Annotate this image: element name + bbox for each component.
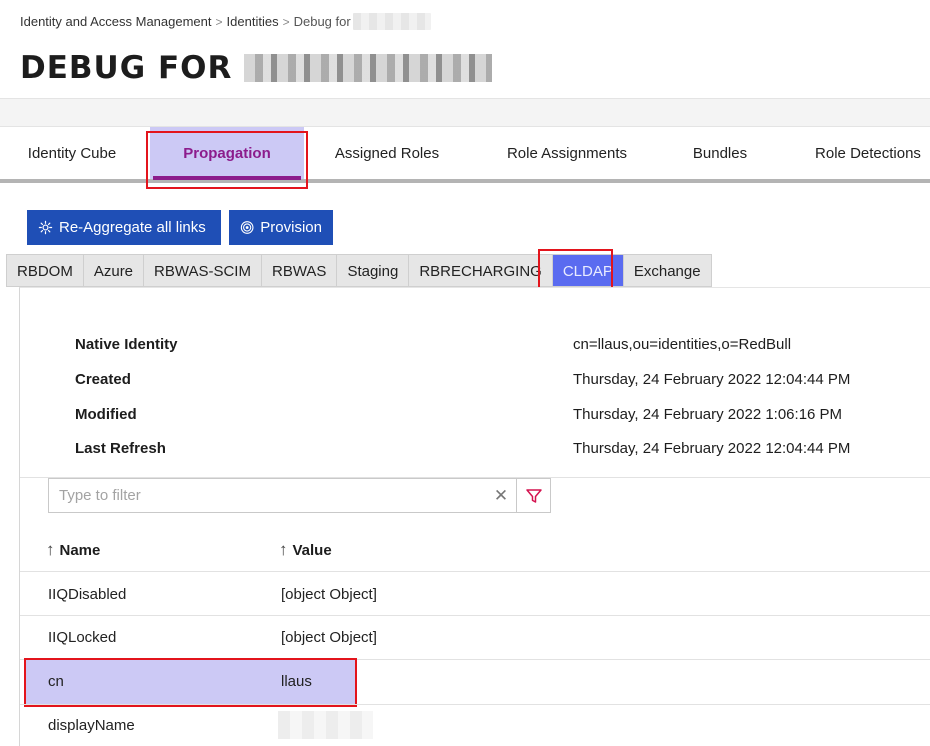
target-icon [240, 221, 254, 234]
table-row-name: displayName [48, 717, 135, 734]
funnel-icon [525, 488, 542, 503]
app-tab-azure[interactable]: Azure [82, 254, 144, 287]
tab-assigned-roles[interactable]: Assigned Roles [318, 127, 456, 179]
reaggregate-label: Re-Aggregate all links [59, 219, 206, 236]
sort-arrow-icon: ↑ [279, 540, 288, 559]
table-row-divider [20, 704, 930, 705]
gear-icon [38, 220, 53, 235]
sort-arrow-icon: ↑ [46, 540, 55, 559]
summary-label: Native Identity [75, 336, 178, 353]
app-tab-staging[interactable]: Staging [336, 254, 409, 287]
breadcrumb-identities-link[interactable]: Identities [227, 14, 279, 29]
column-header-name[interactable]: ↑ Name [46, 540, 100, 560]
tab-role-assignments[interactable]: Role Assignments [488, 127, 646, 179]
application-tabs: RBDOM Azure RBWAS-SCIM RBWAS Staging RBR… [6, 254, 712, 287]
app-tab-rbdom[interactable]: RBDOM [6, 254, 83, 287]
summary-value: Thursday, 24 February 2022 1:06:16 PM [573, 406, 843, 423]
table-row-value: [object Object] [281, 629, 377, 646]
tab-role-detections[interactable]: Role Detections [800, 127, 930, 179]
breadcrumb-current: Debug for [293, 14, 351, 29]
breadcrumb-iam-link[interactable]: Identity and Access Management [20, 14, 212, 29]
summary-value: Thursday, 24 February 2022 12:04:44 PM [573, 440, 851, 457]
breadcrumb: Identity and Access Management > Identit… [20, 13, 431, 30]
filter-box: ✕ [48, 478, 551, 513]
tab-identity-cube[interactable]: Identity Cube [8, 127, 136, 179]
redacted-identity-name [244, 54, 493, 82]
app-tab-rbrecharging[interactable]: RBRECHARGING [408, 254, 552, 287]
clear-icon[interactable]: ✕ [486, 479, 516, 512]
page-title-text: DEBUG FOR [20, 50, 233, 86]
app-tab-exchange[interactable]: Exchange [622, 254, 712, 287]
column-header-label: Name [59, 541, 101, 559]
header-band [0, 98, 930, 127]
column-header-label: Value [292, 541, 332, 559]
chevron-right-icon: > [215, 14, 223, 29]
app-tab-rbwas-scim[interactable]: RBWAS-SCIM [143, 254, 261, 287]
provision-button[interactable]: Provision [229, 210, 333, 245]
filter-funnel-button[interactable] [516, 479, 550, 512]
summary-value: Thursday, 24 February 2022 12:04:44 PM [573, 371, 851, 388]
summary-label: Modified [75, 406, 137, 423]
provision-label: Provision [260, 219, 322, 236]
identity-tabs: Identity Cube Propagation Assigned Roles… [0, 127, 930, 183]
summary-label: Created [75, 371, 131, 388]
reaggregate-all-links-button[interactable]: Re-Aggregate all links [27, 210, 221, 245]
summary-label: Last Refresh [75, 440, 166, 457]
app-tab-cldap[interactable]: CLDAP [551, 254, 623, 287]
filter-input[interactable] [49, 479, 486, 512]
table-row-name: IIQLocked [48, 629, 117, 646]
table-row-name: cn [48, 673, 64, 690]
tab-propagation[interactable]: Propagation [150, 127, 304, 180]
table-row-divider [20, 615, 930, 616]
table-row-value: [object Object] [281, 586, 377, 603]
page-title: DEBUG FOR [20, 50, 493, 86]
redacted-identity-name [352, 13, 431, 30]
table-row-value: llaus [281, 673, 312, 690]
table-row-name: IIQDisabled [48, 586, 127, 603]
chevron-right-icon: > [282, 14, 290, 29]
column-header-value[interactable]: ↑ Value [279, 540, 332, 560]
summary-value: cn=llaus,ou=identities,o=RedBull [573, 336, 792, 353]
redacted-display-name [278, 711, 373, 739]
app-tab-rbwas[interactable]: RBWAS [260, 254, 337, 287]
divider [20, 571, 930, 572]
tab-bundles[interactable]: Bundles [675, 127, 765, 179]
